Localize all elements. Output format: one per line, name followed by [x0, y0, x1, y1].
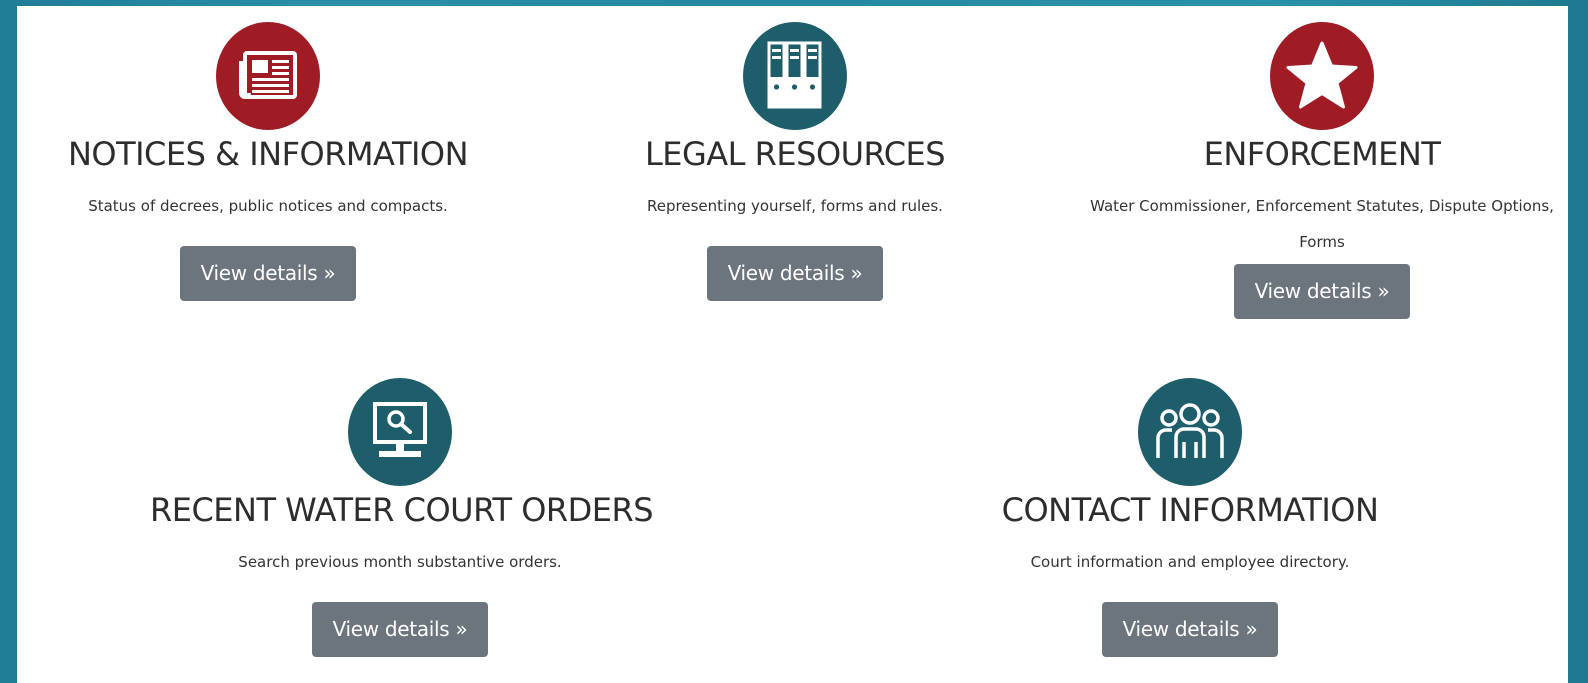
card-title: NOTICES & INFORMATION: [67, 135, 469, 173]
card-title: RECENT WATER COURT ORDERS: [150, 491, 654, 529]
card-contact-information: CONTACT INFORMATION Court information an…: [952, 378, 1428, 657]
binders-icon: [743, 22, 847, 130]
newspaper-icon: [216, 22, 320, 130]
view-details-button[interactable]: View details »: [1102, 602, 1278, 657]
card-description: Court information and employee directory…: [1030, 553, 1350, 571]
view-details-button[interactable]: View details »: [312, 602, 488, 657]
card-description: Water Commissioner, Enforcement Statutes…: [1090, 197, 1554, 251]
card-legal-resources: LEGAL RESOURCES Representing yourself, f…: [556, 22, 1034, 301]
card-description: Representing yourself, forms and rules.: [647, 197, 943, 215]
star-icon: [1270, 22, 1374, 130]
card-title: ENFORCEMENT: [1203, 135, 1441, 173]
view-details-button[interactable]: View details »: [707, 246, 883, 301]
people-icon: [1138, 378, 1242, 486]
card-notices: NOTICES & INFORMATION Status of decrees,…: [30, 22, 506, 301]
view-details-button[interactable]: View details »: [1234, 264, 1410, 319]
card-title: LEGAL RESOURCES: [644, 135, 946, 173]
card-recent-orders: RECENT WATER COURT ORDERS Search previou…: [150, 378, 654, 657]
monitor-search-icon: [348, 378, 452, 486]
card-enforcement: ENFORCEMENT Water Commissioner, Enforcem…: [1086, 22, 1558, 319]
view-details-button[interactable]: View details »: [180, 246, 356, 301]
card-description: Search previous month substantive orders…: [238, 553, 562, 571]
card-description: Status of decrees, public notices and co…: [88, 197, 448, 215]
card-title: CONTACT INFORMATION: [1001, 491, 1379, 529]
